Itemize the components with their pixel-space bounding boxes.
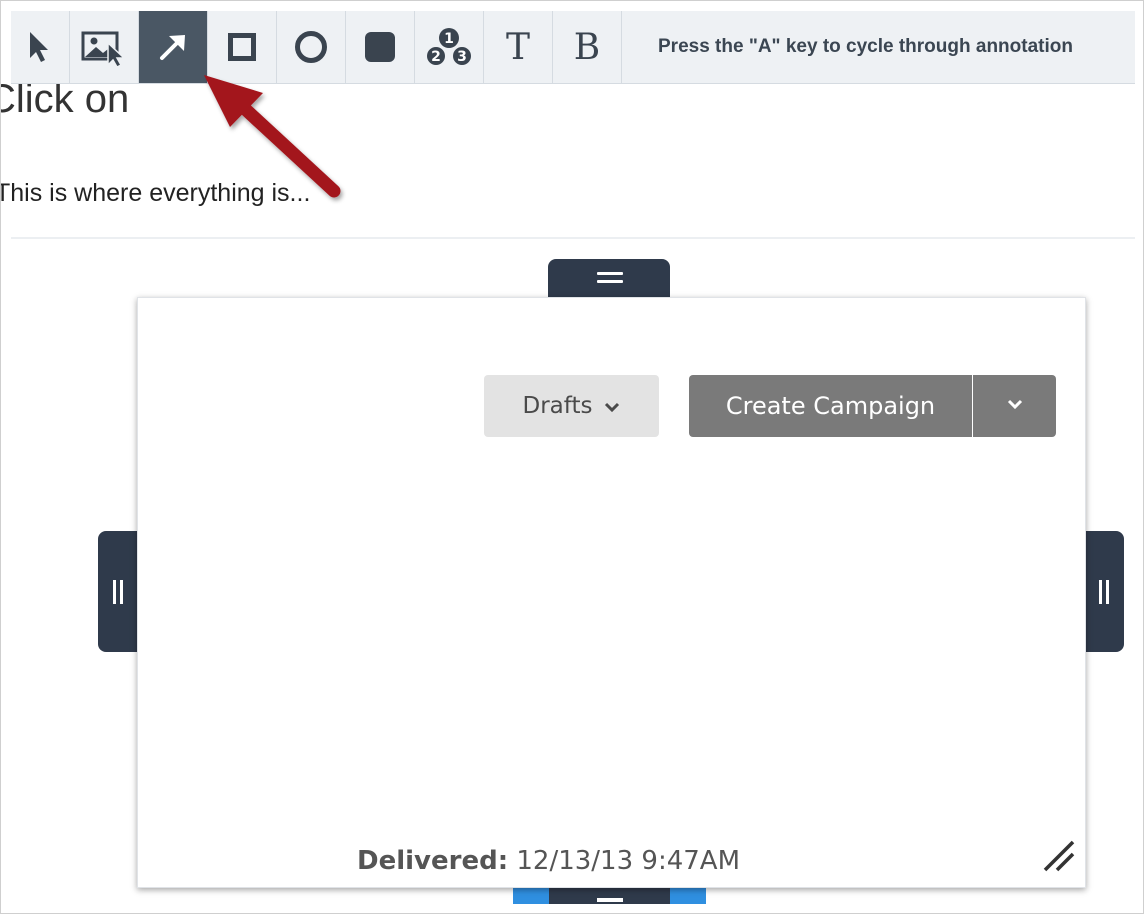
captured-panel: Drafts Create Campaign Delivered: 12/13/…: [137, 297, 1086, 888]
ellipse-tool-icon: [294, 30, 328, 64]
annotation-toolbar: 1 2 3 T B Press the "A" key to cycle thr…: [11, 11, 1135, 84]
filled-rectangle-tool-icon: [363, 30, 397, 64]
svg-text:1: 1: [444, 31, 454, 47]
drafts-label: Drafts: [522, 393, 593, 419]
move-handle-top[interactable]: [548, 259, 670, 299]
filled-rectangle-tool-button[interactable]: [346, 11, 415, 83]
image-select-tool-button[interactable]: [70, 11, 139, 83]
chevron-down-icon: [604, 393, 620, 419]
numbered-steps-icon: 1 2 3: [423, 26, 475, 68]
image-select-icon: [80, 27, 128, 67]
cursor-arrow-icon: [27, 30, 53, 64]
page-body-text: This is where everything is...: [0, 179, 311, 207]
drag-grip-icon: [597, 272, 623, 288]
drag-grip-icon: [1099, 580, 1109, 604]
drafts-dropdown-button[interactable]: Drafts: [484, 375, 659, 437]
delivered-label: Delivered:: [357, 846, 509, 876]
numbered-steps-tool-button[interactable]: 1 2 3: [415, 11, 484, 83]
resize-handle-right[interactable]: [1084, 531, 1124, 652]
edit-icon[interactable]: [670, 886, 706, 904]
rectangle-tool-button[interactable]: [208, 11, 277, 83]
svg-text:3: 3: [457, 49, 467, 65]
text-tool-button[interactable]: T: [484, 11, 553, 83]
arrow-tool-icon: [157, 31, 189, 63]
chevron-down-icon: [1006, 397, 1024, 415]
add-icon[interactable]: [513, 886, 549, 904]
text-tool-icon: T: [505, 26, 530, 68]
drag-grip-icon: [113, 580, 123, 604]
delivered-status: Delivered: 12/13/13 9:47AM: [357, 846, 740, 876]
blur-tool-button[interactable]: B: [553, 11, 622, 83]
create-campaign-button[interactable]: Create Campaign: [689, 375, 972, 437]
rectangle-tool-icon: [227, 32, 257, 62]
screenshot-frame: Click on This is where everything is...: [0, 0, 1144, 914]
ellipse-tool-button[interactable]: [277, 11, 346, 83]
resize-handle-bottom[interactable]: [513, 886, 706, 904]
divider: [11, 237, 1135, 239]
svg-text:2: 2: [431, 49, 441, 65]
arrow-tool-button[interactable]: [139, 11, 208, 83]
drag-grip-icon: [597, 898, 623, 902]
create-campaign-dropdown-button[interactable]: [973, 375, 1056, 437]
resize-handle-left[interactable]: [98, 531, 138, 652]
blur-tool-icon: B: [573, 26, 601, 68]
delivered-value: 12/13/13 9:47AM: [516, 846, 740, 876]
select-tool-button[interactable]: [11, 11, 70, 83]
resize-corner-icon[interactable]: [1041, 838, 1077, 879]
toolbar-hint: Press the "A" key to cycle through annot…: [658, 36, 1073, 57]
